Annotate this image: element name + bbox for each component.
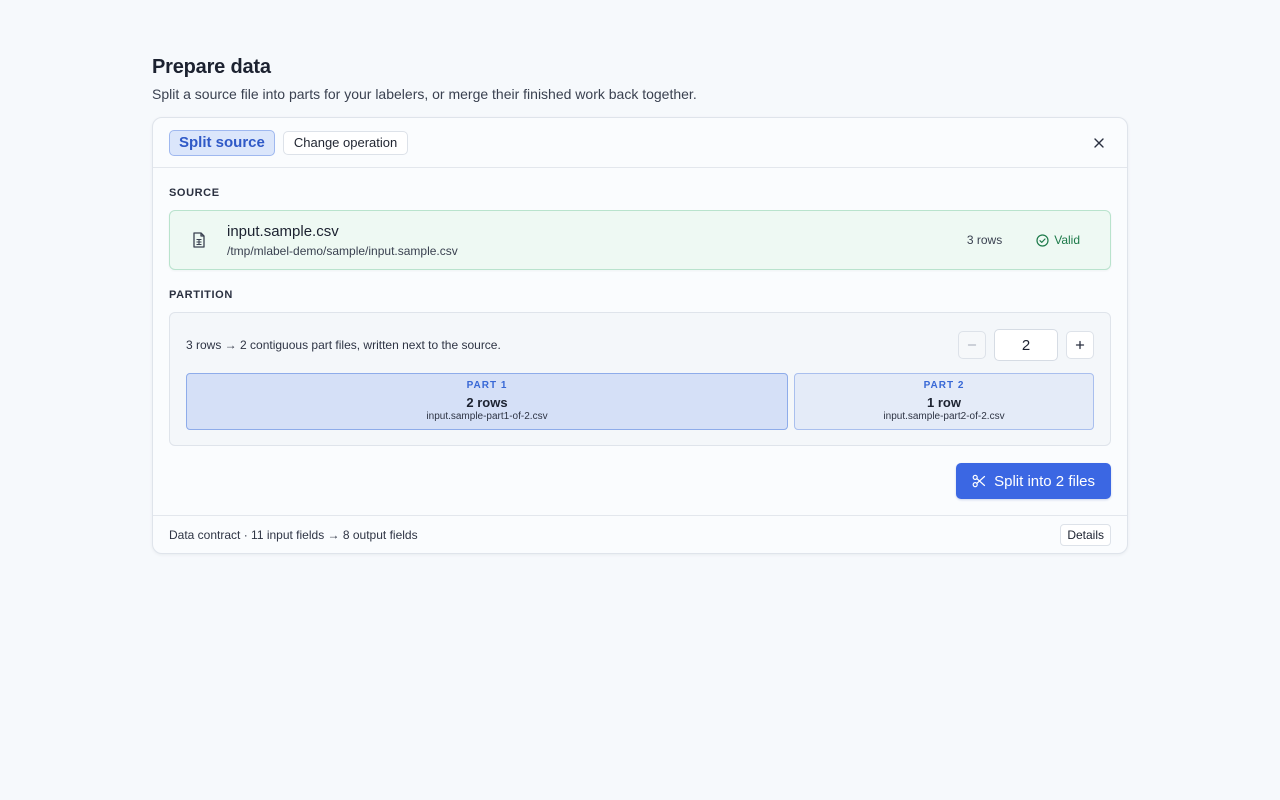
partition-section-label: PARTITION xyxy=(169,289,233,301)
part-2-card[interactable]: PART 2 1 row input.sample-part2-of-2.csv xyxy=(794,373,1094,430)
status-text: Valid xyxy=(1054,233,1080,247)
action-row: Split into 2 files xyxy=(169,463,1111,499)
close-icon xyxy=(1094,138,1104,148)
source-file-box[interactable]: input.sample.csv /tmp/mlabel-demo/sample… xyxy=(169,210,1111,270)
partition-controls: 3 rows → 2 contiguous part files, writte… xyxy=(186,329,1094,361)
split-files-button[interactable]: Split into 2 files xyxy=(956,463,1111,499)
source-file-name: input.sample.csv xyxy=(227,222,339,240)
partition-description: 3 rows → 2 contiguous part files, writte… xyxy=(186,338,501,352)
change-operation-button[interactable]: Change operation xyxy=(282,130,409,155)
part-file-name: input.sample-part2-of-2.csv xyxy=(883,411,1005,422)
increment-parts-button[interactable] xyxy=(1066,331,1094,359)
decrement-parts-button[interactable] xyxy=(958,331,986,359)
part-1-card[interactable]: PART 1 2 rows input.sample-part1-of-2.cs… xyxy=(186,373,788,430)
part-count-input[interactable]: 2 xyxy=(994,329,1058,361)
source-file-path: /tmp/mlabel-demo/sample/input.sample.csv xyxy=(227,243,458,258)
file-spreadsheet-icon xyxy=(193,232,205,248)
source-section-label: SOURCE xyxy=(169,187,220,199)
status-badge: Valid xyxy=(1036,233,1080,247)
card-footer: Data contract · 11 input fields → 8 outp… xyxy=(153,515,1127,553)
plus-icon xyxy=(1075,340,1085,350)
check-circle-icon xyxy=(1036,233,1049,247)
active-operation-chip[interactable]: Split source xyxy=(169,129,275,156)
part-file-name: input.sample-part1-of-2.csv xyxy=(426,411,548,422)
part-tag: PART 2 xyxy=(923,380,965,391)
operation-card: Split source Change operation SOURCE inp… xyxy=(152,117,1128,554)
parts-preview: PART 1 2 rows input.sample-part1-of-2.cs… xyxy=(186,373,1094,430)
scissors-icon xyxy=(972,474,986,488)
page-subtitle: Split a source file into parts for your … xyxy=(152,86,697,102)
part-rows: 1 row xyxy=(927,395,961,410)
part-tag: PART 1 xyxy=(466,380,508,391)
close-button[interactable] xyxy=(1089,133,1109,153)
data-contract-summary: Data contract · 11 input fields → 8 outp… xyxy=(169,527,418,542)
details-button[interactable]: Details xyxy=(1060,523,1111,546)
card-body: SOURCE input.sample.csv /tmp/mlabel-demo… xyxy=(153,168,1127,515)
file-info: input.sample.csv /tmp/mlabel-demo/sample… xyxy=(227,223,967,258)
source-row-count: 3 rows xyxy=(966,233,1003,247)
partition-box: 3 rows → 2 contiguous part files, writte… xyxy=(169,312,1111,446)
minus-icon xyxy=(967,344,977,346)
split-button-label: Split into 2 files xyxy=(994,472,1095,490)
part-rows: 2 rows xyxy=(466,395,508,410)
card-header: Split source Change operation xyxy=(153,118,1127,168)
prepare-data-page: Prepare data Split a source file into pa… xyxy=(152,55,1128,554)
page-title: Prepare data xyxy=(152,56,271,78)
